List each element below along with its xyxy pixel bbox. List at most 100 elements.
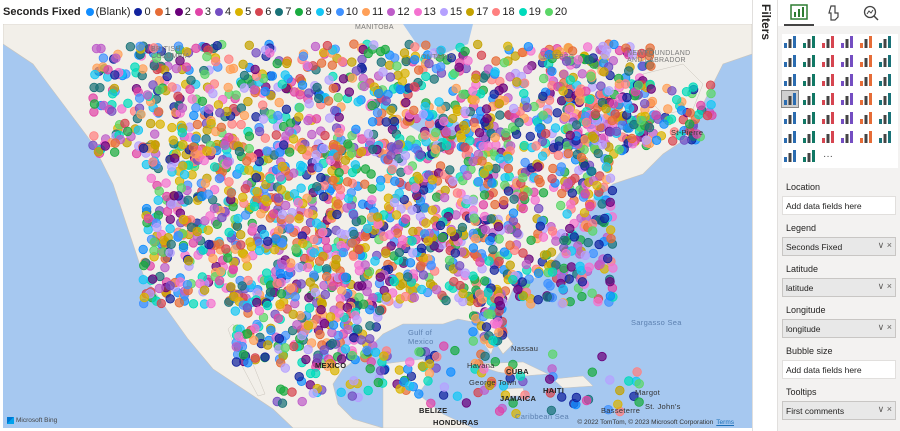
map-bubble[interactable]	[238, 59, 248, 70]
map-bubble[interactable]	[294, 262, 304, 273]
map-bubble[interactable]	[328, 175, 338, 186]
map-bubble[interactable]	[387, 164, 397, 175]
map-bubble[interactable]	[431, 285, 442, 295]
map-bubble[interactable]	[308, 388, 319, 398]
map-bubble[interactable]	[360, 179, 370, 189]
chevron-remove-icon[interactable]: ∨ ×	[878, 322, 892, 333]
map-bubble[interactable]	[494, 327, 504, 338]
legend-item[interactable]: 9	[315, 6, 332, 18]
map-bubble[interactable]	[706, 99, 716, 110]
map-bubble[interactable]	[644, 122, 655, 133]
map-bubble[interactable]	[262, 146, 272, 156]
map-bubble[interactable]	[460, 106, 470, 116]
map-bubble[interactable]	[89, 107, 99, 117]
map-bubble[interactable]	[363, 48, 374, 59]
map-bubble[interactable]	[208, 88, 218, 99]
map-bubble[interactable]	[223, 253, 233, 263]
map-bubble[interactable]	[167, 82, 177, 92]
map-bubble[interactable]	[483, 288, 493, 298]
map-bubble[interactable]	[165, 223, 175, 234]
map-bubble[interactable]	[277, 398, 288, 408]
power-apps-icon[interactable]	[782, 148, 798, 164]
map-bubble[interactable]	[458, 296, 468, 307]
tab-build-visual[interactable]	[784, 0, 814, 26]
legend-item[interactable]: 11	[361, 6, 383, 18]
map-bubble[interactable]	[334, 127, 344, 138]
map-bubble[interactable]	[325, 312, 336, 322]
map-bubble[interactable]	[624, 66, 634, 76]
map-bubble[interactable]	[468, 327, 478, 337]
map-bubble[interactable]	[410, 42, 420, 52]
map-bubble[interactable]	[429, 74, 439, 84]
map-bubble[interactable]	[110, 138, 120, 148]
map-bubble[interactable]	[636, 115, 646, 126]
map-bubble[interactable]	[314, 256, 325, 266]
map-bubble[interactable]	[183, 195, 193, 205]
map-bubble[interactable]	[367, 184, 377, 194]
map-bubble[interactable]	[275, 172, 286, 182]
map-bubble[interactable]	[130, 62, 140, 72]
map-bubble[interactable]	[237, 248, 248, 258]
map-bubble[interactable]	[543, 278, 553, 289]
map-bubble[interactable]	[558, 284, 568, 294]
map-bubble[interactable]	[294, 112, 304, 122]
map-bubble[interactable]	[490, 67, 500, 77]
map-bubble[interactable]	[449, 277, 459, 287]
map-bubble[interactable]	[282, 58, 292, 69]
map-bubble[interactable]	[395, 84, 406, 95]
map-bubble[interactable]	[322, 243, 333, 253]
map-bubble[interactable]	[526, 235, 536, 246]
map-bubble[interactable]	[369, 40, 379, 50]
legend-item[interactable]: 3	[194, 6, 211, 18]
map-bubble[interactable]	[547, 173, 557, 184]
map-bubble[interactable]	[340, 229, 351, 240]
map-bubble[interactable]	[216, 122, 227, 133]
map-bubble[interactable]	[146, 173, 157, 184]
map-bubble[interactable]	[110, 70, 120, 80]
map-bubble[interactable]	[254, 126, 265, 137]
map-bubble[interactable]	[373, 377, 384, 388]
map-bubble[interactable]	[569, 232, 580, 242]
map-bubble[interactable]	[153, 107, 164, 117]
map-bubble[interactable]	[547, 267, 558, 277]
map-bubble[interactable]	[459, 120, 469, 131]
map-bubble[interactable]	[258, 100, 268, 110]
map-bubble[interactable]	[333, 92, 344, 103]
map-bubble[interactable]	[274, 333, 285, 344]
map-bubble[interactable]	[599, 67, 609, 77]
map-bubble[interactable]	[286, 283, 296, 293]
well-field-bubble-size[interactable]: Add data fields here	[782, 360, 896, 379]
map-bubble[interactable]	[173, 91, 183, 102]
map-bubble[interactable]	[471, 73, 481, 84]
map-bubble[interactable]	[667, 86, 677, 96]
map-bubble[interactable]	[517, 277, 528, 287]
map-bubble[interactable]	[221, 244, 231, 254]
map-bubble[interactable]	[535, 221, 546, 231]
map-bubble[interactable]	[523, 42, 534, 52]
map-bubble[interactable]	[571, 392, 582, 403]
map-bubble[interactable]	[353, 324, 363, 334]
map-bubble[interactable]	[171, 63, 182, 74]
map-bubble[interactable]	[89, 82, 99, 93]
map-bubble[interactable]	[323, 96, 334, 106]
map-bubble[interactable]	[244, 165, 254, 175]
map-bubble[interactable]	[458, 89, 468, 100]
map-bubble[interactable]	[332, 209, 342, 220]
map-bubble[interactable]	[583, 42, 593, 52]
map-bubble[interactable]	[559, 235, 569, 246]
map-bubble[interactable]	[565, 75, 576, 85]
map-bubble[interactable]	[107, 106, 117, 116]
map-bubble[interactable]	[632, 367, 642, 377]
legend-item[interactable]: 5	[235, 6, 251, 18]
map-bubble[interactable]	[437, 232, 448, 243]
map-bubble[interactable]	[438, 390, 449, 400]
map-bubble[interactable]	[556, 200, 566, 211]
map-bubble[interactable]	[627, 133, 637, 144]
slicer-icon[interactable]	[801, 110, 817, 126]
map-bubble[interactable]	[414, 389, 424, 399]
map-bubble[interactable]	[587, 131, 598, 141]
map-bubble[interactable]	[451, 83, 461, 94]
map-bubble[interactable]	[489, 89, 499, 99]
funnel-icon[interactable]	[801, 72, 817, 88]
map-bubble[interactable]	[478, 200, 489, 210]
